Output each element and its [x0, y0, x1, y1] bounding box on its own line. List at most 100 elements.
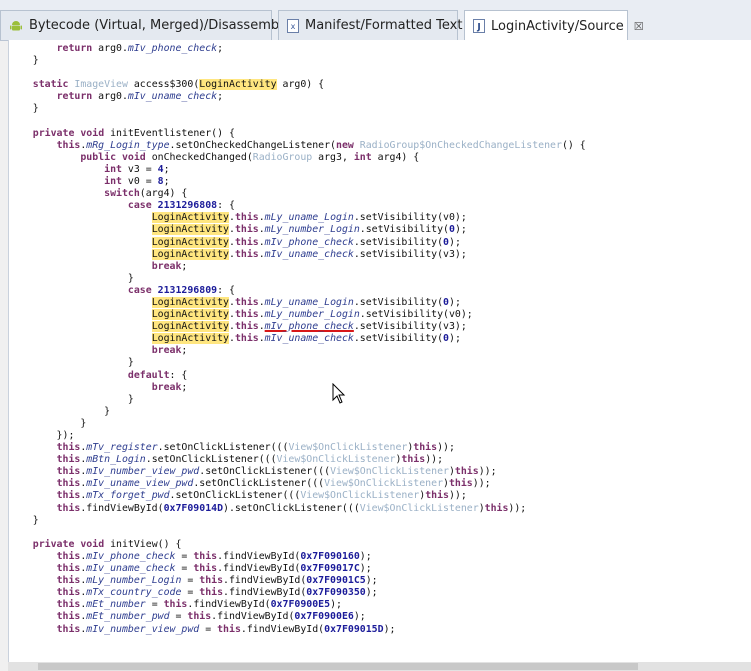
- code-token: this: [163, 599, 188, 611]
- code-token: );: [449, 236, 461, 248]
- code-token: void: [121, 151, 146, 163]
- code-token: this: [187, 611, 212, 623]
- code-token: );: [330, 599, 342, 611]
- code-token: ));: [437, 442, 455, 454]
- code-token: }: [9, 417, 87, 429]
- code-token: .findViewById(: [240, 623, 325, 635]
- code-line: this.mLy_number_Login = this.findViewByI…: [9, 575, 586, 587]
- code-line: this.mBtn_Login.setOnClickListener(((Vie…: [9, 454, 586, 466]
- code-token: =: [145, 599, 164, 611]
- code-token: break: [151, 260, 182, 272]
- code-token: .setVisibility(v3);: [353, 321, 467, 333]
- code-token: this: [56, 550, 81, 562]
- code-token: return: [56, 91, 93, 103]
- code-line: }: [9, 394, 586, 406]
- code-token: );: [365, 587, 378, 599]
- code-token: this: [234, 296, 259, 308]
- code-token: this: [234, 321, 259, 333]
- code-token: void: [80, 538, 105, 550]
- code-line: int v3 = 4;: [9, 164, 586, 176]
- tab-loginactivity-source[interactable]: J LoginActivity/Source ☒: [464, 10, 644, 41]
- code-token: );: [449, 296, 461, 308]
- code-token: .setOnClickListener(((: [145, 454, 277, 466]
- code-token: ;: [163, 176, 170, 188]
- code-token: );: [353, 611, 366, 623]
- code-token: LoginActivity: [151, 224, 229, 236]
- code-line: break;: [9, 382, 586, 394]
- code-line: }: [9, 103, 586, 115]
- code-token: this: [234, 212, 259, 224]
- source-code-editor[interactable]: return arg0.mIv_phone_check; }​ static I…: [8, 40, 751, 666]
- code-token: =: [181, 587, 200, 599]
- code-token: this: [425, 490, 449, 502]
- code-token: v3 =: [121, 163, 158, 175]
- java-file-icon: J: [473, 19, 485, 33]
- code-line: break;: [9, 261, 586, 273]
- code-token: default: [127, 369, 170, 381]
- horizontal-scrollbar[interactable]: [8, 662, 751, 671]
- code-token: =: [175, 563, 194, 575]
- code-token: 0x7F0901C5: [306, 575, 366, 587]
- code-text[interactable]: return arg0.mIv_phone_check; }​ static I…: [9, 43, 586, 636]
- code-token: void: [80, 127, 105, 139]
- code-token: .setVisibility(: [353, 296, 444, 308]
- code-token: this: [56, 478, 81, 490]
- code-token: 2131296809: [157, 284, 218, 296]
- code-token: this: [56, 623, 81, 635]
- code-token: .setOnClickListener(((: [169, 490, 301, 502]
- code-token: private: [32, 127, 75, 139]
- code-line: this.mEt_number = this.findViewById(0x7F…: [9, 599, 586, 611]
- code-token: .findViewById(: [187, 599, 271, 611]
- code-token: mIv_phone_check: [264, 236, 354, 248]
- code-token: arg4) {: [371, 151, 420, 163]
- code-token: () {: [561, 139, 586, 151]
- code-line: this.mIv_number_view_pwd = this.findView…: [9, 624, 586, 636]
- tab-manifest-formatted-text[interactable]: x Manifest/Formatted Text: [278, 10, 462, 40]
- code-token: LoginActivity: [151, 309, 229, 321]
- code-token: =: [199, 623, 218, 635]
- code-token: mTv_register: [86, 442, 158, 454]
- code-token: mLy_uname_Login: [264, 212, 354, 224]
- code-line: ​: [9, 67, 586, 79]
- code-token: LoginActivity: [151, 236, 229, 248]
- code-token: View$OnClickListener: [324, 478, 444, 490]
- code-line: this.mTx_country_code = this.findViewByI…: [9, 587, 586, 599]
- code-token: this: [448, 478, 473, 490]
- code-token: );: [359, 550, 372, 562]
- svg-text:J: J: [476, 23, 480, 33]
- scrollbar-thumb[interactable]: [38, 663, 638, 670]
- close-tab-icon[interactable]: ☒: [634, 20, 644, 33]
- code-line: this.mIv_uname_check = this.findViewById…: [9, 563, 586, 575]
- code-token: }: [9, 405, 111, 417]
- tab-bytecode-disassembly[interactable]: Bytecode (Virtual, Merged)/Disassembly: [0, 10, 290, 40]
- code-line: this.mTx_forget_pwd.setOnClickListener((…: [9, 490, 586, 502]
- code-token: mEt_number_pwd: [86, 611, 170, 623]
- code-line: this.mRg_Login_type.setOnCheckedChangeLi…: [9, 140, 586, 152]
- code-token: mIv_uname_view_pwd: [86, 478, 194, 490]
- code-token: int: [104, 176, 122, 188]
- code-token: this: [56, 611, 81, 623]
- code-line: LoginActivity.this.mLy_number_Login.setV…: [9, 309, 586, 321]
- code-token: mBtn_Login: [86, 454, 146, 466]
- code-token: this: [193, 550, 218, 562]
- code-token: this: [56, 454, 81, 466]
- code-token: 0x7F0900E6: [294, 611, 354, 623]
- code-token: );: [383, 623, 396, 635]
- code-line: int v0 = 8;: [9, 176, 586, 188]
- code-token: }: [9, 103, 39, 115]
- code-token: this: [401, 454, 426, 466]
- code-token: mLy_number_Login: [264, 224, 360, 236]
- code-token: break: [151, 345, 182, 357]
